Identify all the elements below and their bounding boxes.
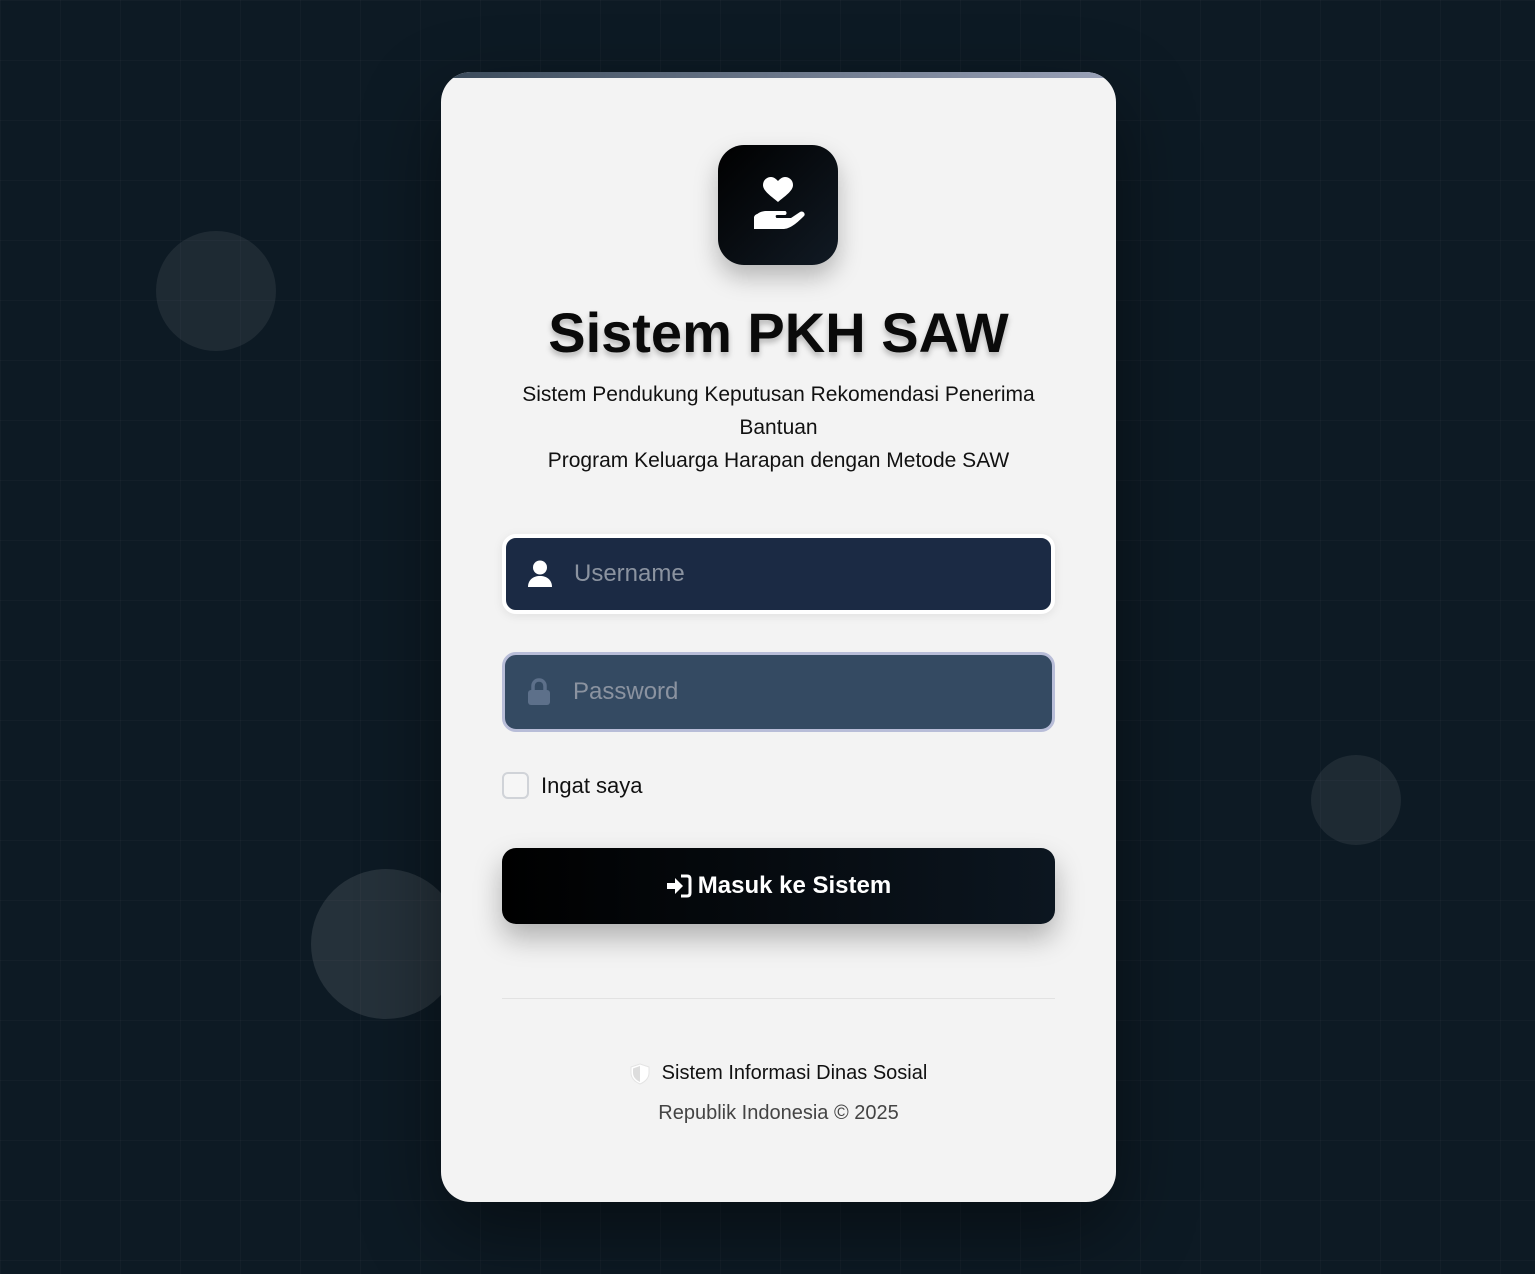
remember-label: Ingat saya <box>541 772 643 798</box>
remember-checkbox[interactable] <box>502 772 529 799</box>
footer-divider <box>502 998 1055 999</box>
subtitle-line-1: Sistem Pendukung Keputusan Rekomendasi P… <box>522 383 1035 439</box>
decorative-circle <box>311 869 461 1019</box>
sign-in-icon <box>666 874 692 898</box>
footer-org-label: Sistem Informasi Dinas Sosial <box>661 1062 928 1084</box>
password-input[interactable] <box>573 655 1052 729</box>
login-button-label: Masuk ke Sistem <box>697 872 892 899</box>
shield-icon <box>630 1062 650 1085</box>
user-icon <box>506 560 574 588</box>
page-subtitle: Sistem Pendukung Keputusan Rekomendasi P… <box>501 378 1056 477</box>
password-field[interactable] <box>502 652 1055 732</box>
username-input[interactable] <box>574 538 1051 610</box>
remember-me[interactable]: Ingat saya <box>502 772 643 799</box>
card-accent-bar <box>441 72 1116 78</box>
lock-icon <box>505 678 573 706</box>
app-logo <box>718 145 838 265</box>
footer-organization: Sistem Informasi Dinas Sosial <box>441 1062 1116 1085</box>
username-field[interactable] <box>502 534 1055 614</box>
decorative-circle <box>1311 755 1401 845</box>
subtitle-line-2: Program Keluarga Harapan dengan Metode S… <box>547 449 1010 472</box>
footer-copyright: Republik Indonesia © 2025 <box>658 1102 899 1124</box>
decorative-circle <box>156 231 276 351</box>
login-card: Sistem PKH SAW Sistem Pendukung Keputusa… <box>441 72 1116 1202</box>
login-button[interactable]: Masuk ke Sistem <box>502 848 1055 924</box>
hand-holding-heart-icon <box>754 177 805 229</box>
page-title: Sistem PKH SAW <box>548 301 1009 364</box>
